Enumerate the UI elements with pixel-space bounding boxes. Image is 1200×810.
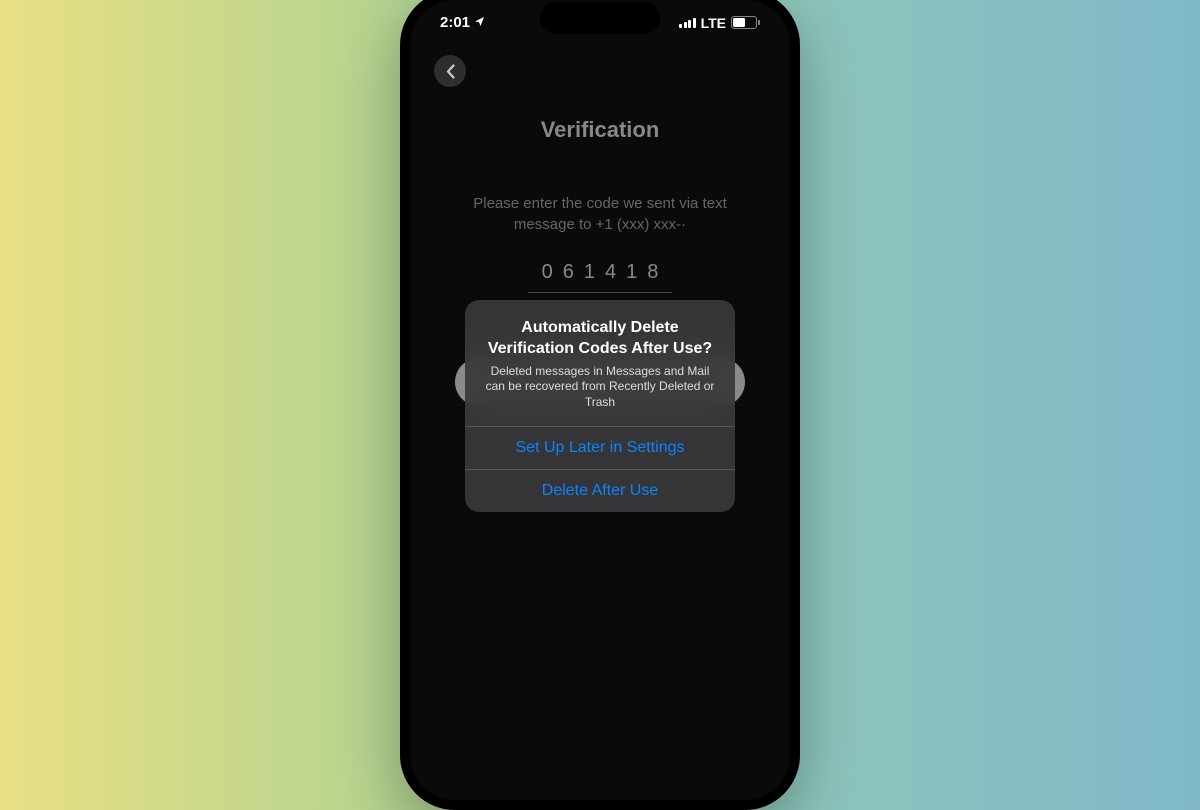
content-area: Verification Please enter the code we se… [410, 87, 790, 293]
network-label: LTE [701, 15, 726, 31]
verification-code-input[interactable]: 061418 [528, 261, 673, 293]
confirmation-dialog: Automatically Delete Verification Codes … [465, 300, 735, 512]
battery-icon: 48 [731, 16, 760, 29]
signal-icon [679, 17, 696, 28]
status-time: 2:01 [440, 14, 470, 31]
dialog-title: Automatically Delete Verification Codes … [481, 318, 719, 360]
chevron-left-icon [446, 64, 455, 79]
phone-frame: 2:01 LTE 48 [400, 0, 800, 810]
battery-percent: 48 [738, 17, 749, 28]
delete-after-use-button[interactable]: Delete After Use [465, 469, 735, 512]
status-right: LTE 48 [679, 15, 760, 31]
dynamic-island [540, 2, 660, 34]
dialog-header: Automatically Delete Verification Codes … [465, 300, 735, 426]
status-left: 2:01 [440, 14, 485, 31]
setup-later-button[interactable]: Set Up Later in Settings [465, 426, 735, 469]
back-button[interactable] [434, 55, 466, 87]
dialog-subtitle: Deleted messages in Messages and Mail ca… [481, 364, 719, 411]
phone-screen: 2:01 LTE 48 [410, 0, 790, 800]
page-title: Verification [450, 117, 750, 143]
instruction-text: Please enter the code we sent via text m… [450, 193, 750, 235]
location-icon [474, 14, 485, 31]
